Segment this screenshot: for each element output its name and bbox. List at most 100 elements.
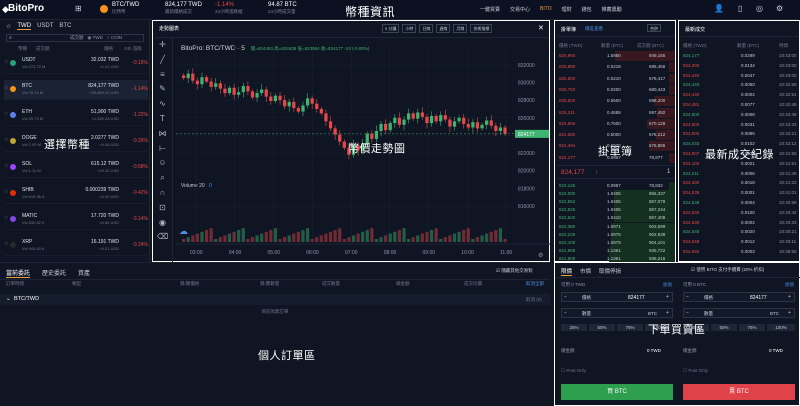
checkbox-checked-icon[interactable]: ☑ bbox=[691, 267, 695, 272]
measure-icon[interactable]: ⋈ bbox=[153, 127, 172, 142]
favorite-star-icon[interactable]: ☆ bbox=[4, 85, 8, 91]
bid-row[interactable]: 822,100 1.0979 904,101 bbox=[557, 238, 675, 247]
sell-price-input[interactable]: − 價格 824177 + bbox=[683, 292, 795, 302]
favorite-star-icon[interactable]: ☆ bbox=[4, 137, 8, 143]
buy-btc-button[interactable]: 買 BTC bbox=[561, 384, 673, 400]
magnet-icon[interactable]: ∩ bbox=[153, 186, 172, 201]
indicators-button[interactable]: 技術指標 bbox=[470, 24, 493, 33]
tab-twd[interactable]: TWD bbox=[17, 23, 32, 30]
tab-open-orders[interactable]: 當前委託 bbox=[6, 268, 31, 278]
trash-icon[interactable]: ⌫ bbox=[153, 230, 172, 245]
ask-row[interactable]: 824,580 0.5000 676,212 bbox=[557, 130, 675, 141]
tab-limit[interactable]: 限價 bbox=[561, 267, 573, 276]
multiline-icon[interactable]: ≡ bbox=[153, 68, 172, 83]
favorite-star-icon[interactable]: ☆ bbox=[4, 163, 8, 169]
nav-quick-trade[interactable]: 一鍵買賣 bbox=[480, 6, 500, 13]
col-coin[interactable]: 幣種 bbox=[18, 46, 27, 52]
favorite-star-icon[interactable]: ☆ bbox=[4, 189, 8, 195]
minus-icon[interactable]: − bbox=[564, 294, 567, 300]
weekly-button[interactable]: 週線 bbox=[436, 24, 451, 33]
tab-usdt[interactable]: USDT bbox=[37, 23, 53, 30]
checkbox-icon[interactable]: ☐ bbox=[683, 368, 687, 373]
nav-finance[interactable]: 理財 bbox=[562, 6, 572, 13]
ask-row[interactable]: 825,800 0.0210 678,417 bbox=[557, 73, 675, 84]
favorite-star-icon[interactable]: ☆ bbox=[4, 111, 8, 117]
lock-icon[interactable]: ⊡ bbox=[153, 201, 172, 216]
buy-pct-75[interactable]: 75% bbox=[617, 324, 643, 331]
nav-bito[interactable]: BITO bbox=[540, 6, 552, 13]
pair-selector[interactable]: BTC/TWD 比特幣 bbox=[112, 2, 139, 15]
sell-post-only[interactable]: ☐ Post Only bbox=[683, 368, 708, 374]
sell-deposit-link[interactable]: 加值 bbox=[785, 282, 794, 288]
emoji-icon[interactable]: ☺ bbox=[153, 156, 172, 171]
minus-icon[interactable]: − bbox=[686, 294, 689, 300]
tab-assets[interactable]: 資產 bbox=[78, 268, 90, 278]
settings-icon[interactable]: ⚙ bbox=[776, 4, 783, 13]
favorite-star-icon[interactable]: ☆ bbox=[4, 241, 8, 247]
col-price[interactable]: 價格 bbox=[104, 46, 113, 52]
radio-coin[interactable]: ○ COIN bbox=[107, 35, 122, 41]
pattern-icon[interactable]: ∿ bbox=[153, 97, 172, 112]
buy-pct-25[interactable]: 25% bbox=[561, 324, 587, 331]
bid-row[interactable]: 822,826 1.0405 857,244 bbox=[557, 206, 675, 215]
support-icon[interactable]: ◎ bbox=[756, 4, 763, 13]
mobile-icon[interactable]: ▯ bbox=[738, 4, 742, 13]
checkbox-icon[interactable]: ☐ bbox=[561, 368, 565, 373]
text-tool-icon[interactable]: T bbox=[153, 112, 172, 127]
minus-icon[interactable]: − bbox=[686, 310, 689, 316]
nav-wallet[interactable]: 錢包 bbox=[582, 6, 592, 13]
sell-pct-100[interactable]: 100% bbox=[767, 324, 795, 331]
ask-row[interactable]: 825,880 0.0218 685,456 bbox=[557, 62, 675, 73]
checkbox-icon[interactable]: ☑ bbox=[496, 268, 500, 273]
cancel-all-button[interactable]: 取消全部 bbox=[526, 281, 544, 287]
buy-price-input[interactable]: − 價格 824177 + bbox=[561, 292, 673, 302]
order-book-sub[interactable]: 價差查看 bbox=[585, 26, 603, 32]
trendline-icon[interactable]: ╱ bbox=[153, 53, 172, 68]
bid-row[interactable]: 821,988 1.1361 935,722 bbox=[557, 246, 675, 255]
col-change[interactable]: 24h 漲跌 bbox=[124, 46, 142, 52]
crosshair-icon[interactable]: ✛ bbox=[153, 38, 172, 53]
plus-icon[interactable]: + bbox=[666, 294, 669, 300]
brand-name[interactable]: BitoPro bbox=[8, 3, 44, 14]
favorite-star-icon[interactable]: ☆ bbox=[4, 215, 8, 221]
bid-row[interactable]: 823,000 1.0405 856,337 bbox=[557, 190, 675, 199]
grid-menu-icon[interactable]: ⊞ bbox=[75, 4, 82, 13]
chevron-down-icon[interactable]: ⌄ bbox=[6, 296, 11, 302]
favorite-star-icon[interactable]: ☆ bbox=[4, 59, 8, 65]
sell-pct-50[interactable]: 50% bbox=[711, 324, 737, 331]
interval-select[interactable]: 5 分鐘 bbox=[382, 24, 400, 33]
close-icon[interactable]: ✕ bbox=[538, 24, 544, 32]
buy-pct-50[interactable]: 50% bbox=[589, 324, 615, 331]
pair-group-row[interactable]: ⌄ BTC/TWD 取消 (0) bbox=[0, 294, 550, 305]
tab-btc[interactable]: BTC bbox=[59, 23, 71, 30]
star-icon[interactable]: ☆ bbox=[6, 23, 11, 30]
bid-row[interactable]: 823,145 0.0957 78,832 bbox=[557, 182, 675, 190]
zoom-tool-icon[interactable]: ⌕ bbox=[153, 171, 172, 186]
radio-twd[interactable]: ◉ TWD bbox=[88, 35, 103, 41]
user-icon[interactable]: 👤 bbox=[714, 4, 724, 13]
market-row[interactable]: ☆ USDT Vol 272.72 M 32.032 TWD ≈1.01 USD -0.1… bbox=[4, 54, 148, 74]
market-row[interactable]: ☆ BTC Vol 78.19 M 824,177 TWD ≈25,889.02 USD… bbox=[4, 80, 148, 100]
cancel-count[interactable]: 取消 (0) bbox=[526, 297, 542, 303]
market-row[interactable]: ☆ XRP Vol 443.40 K 16.191 TWD ≈0.51 USD -0.24… bbox=[4, 236, 148, 256]
hour-select[interactable]: 小時 bbox=[402, 24, 417, 33]
plus-icon[interactable]: + bbox=[788, 310, 791, 316]
ask-row[interactable]: 825,993 1.5960 949,165 bbox=[557, 51, 675, 61]
market-row[interactable]: ☆ ETH Vol 35.79 M 51,900 TWD ≈1,630.28 USD -1… bbox=[4, 106, 148, 126]
plus-icon[interactable]: + bbox=[666, 310, 669, 316]
market-row[interactable]: ☆ SHIB Vol 619.36 K 0.000239 TWD ≈0.00 USD -0… bbox=[4, 184, 148, 204]
buy-deposit-link[interactable]: 加值 bbox=[663, 282, 672, 288]
bid-row[interactable]: 822,380 1.0971 903,699 bbox=[557, 222, 675, 231]
ruler-icon[interactable]: ⊢ bbox=[153, 142, 172, 157]
sell-pct-75[interactable]: 75% bbox=[739, 324, 765, 331]
tab-market[interactable]: 市價 bbox=[580, 267, 591, 276]
brush-icon[interactable]: ✎ bbox=[153, 82, 172, 97]
nav-trade-center[interactable]: 交易中心 bbox=[510, 6, 530, 13]
ask-row[interactable]: 824,866 0.7500 670,129 bbox=[557, 118, 675, 129]
monthly-button[interactable]: 月線 bbox=[453, 24, 468, 33]
ask-row[interactable]: 825,600 0.5500 698,200 bbox=[557, 96, 675, 107]
ask-row[interactable]: 825,311 0.4688 697,492 bbox=[557, 107, 675, 118]
daily-button[interactable]: 日線 bbox=[419, 24, 434, 33]
ask-row[interactable]: 825,760 0.0200 680,443 bbox=[557, 84, 675, 95]
sell-qty-input[interactable]: − 數量 BTC + bbox=[683, 308, 795, 318]
